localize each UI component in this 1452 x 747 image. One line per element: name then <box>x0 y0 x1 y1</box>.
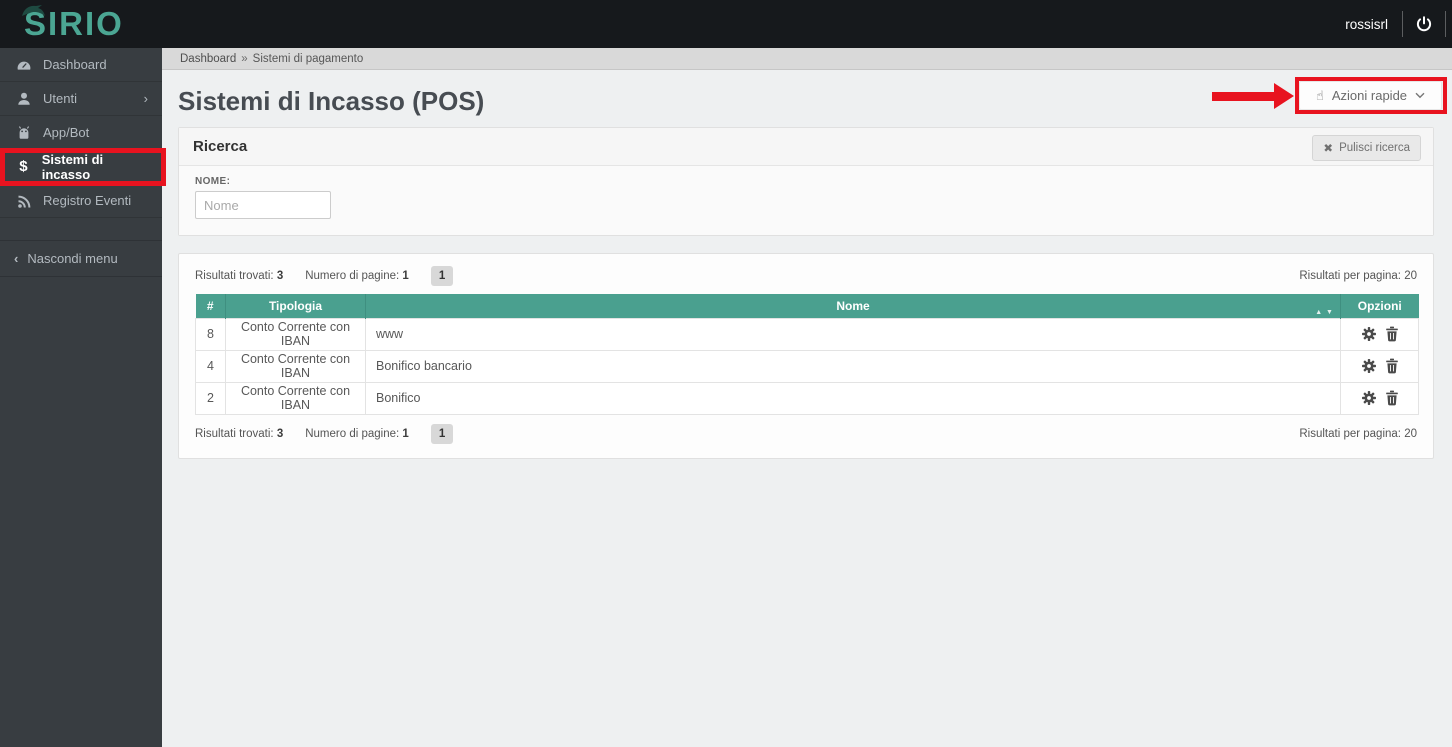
page-button-1[interactable]: 1 <box>430 266 454 286</box>
clear-search-label: Pulisci ricerca <box>1339 142 1410 154</box>
sidebar-item-label: Sistemi di incasso <box>41 151 104 182</box>
main-content: Dashboard » Sistemi di pagamento Sistemi… <box>162 48 1452 747</box>
results-table: # Tipologia Nome ▲ ▼ Opzioni 8 Conto Cor… <box>195 294 1419 415</box>
logout-button[interactable] <box>1402 11 1446 37</box>
gear-icon[interactable] <box>1361 390 1377 406</box>
results-info-top: Risultati trovati: 3 Numero di pagine: 1… <box>195 266 1419 286</box>
table-row: 8 Conto Corrente con IBAN www <box>195 317 1419 351</box>
cell-tipologia: Conto Corrente con IBAN <box>225 381 366 415</box>
cell-nome: Bonifico <box>365 381 1341 415</box>
cell-tipologia: Conto Corrente con IBAN <box>225 349 366 383</box>
user-icon <box>14 91 34 107</box>
breadcrumb-dashboard-link[interactable]: Dashboard <box>180 53 236 65</box>
quick-actions-button[interactable]: ☝ Azioni rapide <box>1299 81 1442 110</box>
results-panel: Risultati trovati: 3 Numero di pagine: 1… <box>178 253 1434 459</box>
cell-id: 8 <box>195 317 226 351</box>
table-header-id[interactable]: # <box>195 294 226 318</box>
x-icon: ✖ <box>1323 143 1334 155</box>
sidebar-item-label: Dashboard <box>43 57 107 72</box>
nome-field-label: NOME: <box>195 176 231 187</box>
sidebar-item-label: Utenti <box>43 91 77 106</box>
cell-opzioni <box>1340 349 1419 383</box>
sidebar: Dashboard Utenti › App/Bot $ Sistemi di <box>0 48 162 747</box>
gear-icon[interactable] <box>1361 358 1377 374</box>
sidebar-item-registro-eventi[interactable]: Registro Eventi <box>0 184 162 218</box>
page-title: Sistemi di Incasso (POS) <box>178 86 485 116</box>
quick-actions-label: Azioni rapide <box>1331 88 1408 103</box>
page-button-1[interactable]: 1 <box>430 423 454 444</box>
dragon-head-icon <box>22 5 45 16</box>
results-per-page: Risultati per pagina: 20 <box>1299 270 1417 282</box>
cell-id: 2 <box>195 381 226 415</box>
results-per-page: Risultati per pagina: 20 <box>1299 427 1417 440</box>
sidebar-item-utenti[interactable]: Utenti › <box>0 82 162 116</box>
search-panel-title: Ricerca <box>179 128 1433 166</box>
sort-arrows-icon[interactable]: ▲ ▼ <box>1315 309 1334 316</box>
chevron-right-icon: › <box>143 91 148 106</box>
cell-opzioni <box>1340 317 1419 351</box>
table-header-nome[interactable]: Nome ▲ ▼ <box>365 294 1341 318</box>
cell-id: 4 <box>195 349 226 383</box>
topbar: SIRIO rossisrl <box>0 0 1452 48</box>
cell-nome: www <box>365 317 1341 351</box>
sidebar-item-sistemi-di-incasso[interactable]: $ Sistemi di incasso <box>0 150 162 184</box>
hand-pointer-icon: ☝ <box>1315 87 1324 103</box>
sidebar-item-appbot[interactable]: App/Bot <box>0 116 162 150</box>
sirio-logo[interactable]: SIRIO <box>0 2 124 46</box>
results-pages: Numero di pagine: 1 <box>305 270 409 282</box>
android-icon <box>14 125 34 141</box>
gear-icon[interactable] <box>1361 326 1377 342</box>
results-found: Risultati trovati: 3 <box>195 270 284 282</box>
clear-search-button[interactable]: ✖ Pulisci ricerca <box>1312 135 1421 161</box>
table-row: 4 Conto Corrente con IBAN Bonifico banca… <box>195 349 1419 383</box>
search-panel: Ricerca ✖ Pulisci ricerca NOME: <box>178 127 1434 236</box>
table-header-tipologia[interactable]: Tipologia <box>225 294 366 318</box>
chevron-left-icon: ‹ <box>14 251 19 266</box>
sidebar-item-label: App/Bot <box>43 125 90 140</box>
table-row: 2 Conto Corrente con IBAN Bonifico <box>195 381 1419 415</box>
dollar-icon: $ <box>19 158 28 175</box>
breadcrumb: Dashboard » Sistemi di pagamento <box>162 48 1452 70</box>
cell-opzioni <box>1340 381 1419 415</box>
breadcrumb-separator: » <box>241 52 248 65</box>
trash-icon[interactable] <box>1385 358 1399 374</box>
table-header-opzioni: Opzioni <box>1340 294 1419 318</box>
collapse-menu-button[interactable]: ‹ Nascondi menu <box>0 240 162 277</box>
results-info-bottom: Risultati trovati: 3 Numero di pagine: 1… <box>195 423 1419 444</box>
breadcrumb-current: Sistemi di pagamento <box>252 52 364 65</box>
results-pages: Numero di pagine: 1 <box>305 427 409 440</box>
username-label[interactable]: rossisrl <box>1331 17 1402 32</box>
trash-icon[interactable] <box>1385 390 1399 406</box>
dashboard-icon <box>14 57 34 73</box>
nome-search-input[interactable] <box>195 191 331 219</box>
sidebar-item-label: Registro Eventi <box>43 193 132 208</box>
cell-nome: Bonifico bancario <box>365 349 1341 383</box>
cell-tipologia: Conto Corrente con IBAN <box>225 317 366 351</box>
chevron-down-icon <box>1415 92 1425 99</box>
rss-icon <box>14 193 34 209</box>
power-icon <box>1416 16 1432 32</box>
results-found: Risultati trovati: 3 <box>195 427 284 440</box>
sidebar-item-dashboard[interactable]: Dashboard <box>0 48 162 82</box>
collapse-menu-label: Nascondi menu <box>27 251 118 266</box>
trash-icon[interactable] <box>1385 326 1399 342</box>
